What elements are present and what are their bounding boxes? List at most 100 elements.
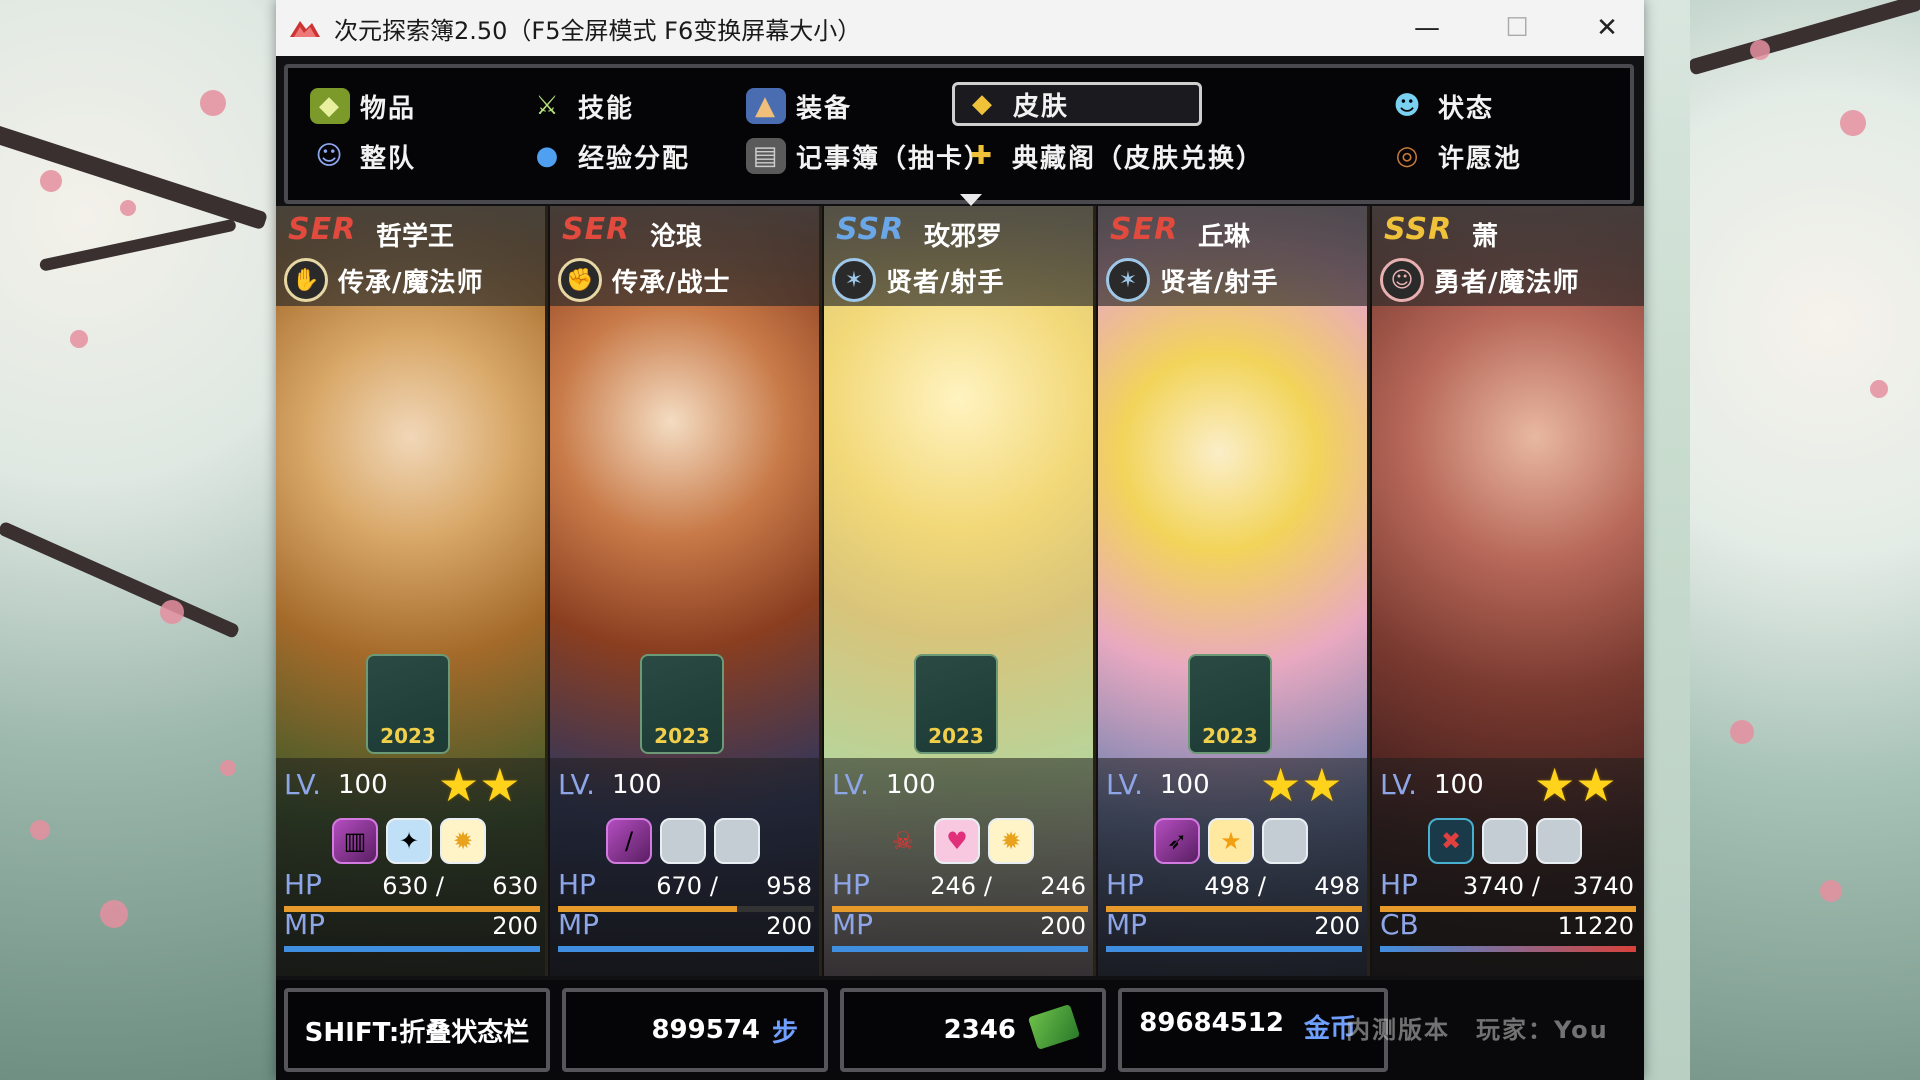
hp-separator: /: [983, 872, 992, 900]
menu-item-skills[interactable]: ⚔ 技能: [528, 84, 634, 128]
class-emblem-icon: ✋: [284, 258, 328, 302]
mp-label: MP: [558, 908, 600, 941]
chest-icon[interactable]: ▥: [332, 818, 378, 864]
menu-item-items[interactable]: ◆ 物品: [310, 84, 416, 128]
star-rating: ★★: [1534, 758, 1617, 812]
hp-current: 670: [656, 872, 702, 900]
empty-slot[interactable]: [1536, 818, 1582, 864]
class-emblem-icon: ☺: [1380, 258, 1424, 302]
character-name: 哲学王: [376, 222, 455, 252]
minimize-icon[interactable]: —: [1382, 0, 1472, 56]
empty-slot[interactable]: [1482, 818, 1528, 864]
menu-item-label: 典藏阁（皮肤兑换）: [1012, 143, 1265, 174]
sun-icon[interactable]: ✹: [988, 818, 1034, 864]
puzzle-icon: ✚: [970, 141, 994, 171]
steps-box: 899574 步: [562, 988, 828, 1072]
hp-row: HP 498 / 498: [1106, 868, 1362, 912]
mp-bar-fill: [284, 946, 540, 952]
sword-icon: ⚔: [535, 91, 561, 121]
menu-item-skins[interactable]: ◆ 皮肤: [952, 82, 1202, 126]
stats-panel: LV. 100 / HP 670 / 958 MP 200: [550, 758, 819, 976]
bow-icon[interactable]: ➶: [1154, 818, 1200, 864]
equipment-slots: ☠ ♥ ✹: [880, 818, 1034, 864]
party-member-card[interactable]: SER 丘琳 ✶ 贤者/射手 2023 LV. 100 ★★ ➶ ★ HP 49…: [1098, 206, 1370, 976]
hp-label: HP: [1106, 868, 1144, 901]
cb-bar-fill: [1380, 946, 1636, 952]
hp-max: 958: [766, 872, 812, 900]
mp-row: MP 200: [832, 908, 1088, 952]
money-icon: [1027, 1004, 1081, 1050]
cb-label: CB: [1380, 908, 1419, 941]
star-rating: ★★: [438, 758, 521, 812]
empty-slot[interactable]: [714, 818, 760, 864]
mp-bar: [284, 946, 540, 952]
party-member-card[interactable]: SSR 玫邪罗 ✶ 贤者/射手 2023 LV. 100 ☠ ♥ ✹ HP 24…: [824, 206, 1096, 976]
menu-item-status[interactable]: ☻ 状态: [1388, 84, 1494, 128]
rarity-label: SER: [288, 212, 357, 247]
empty-slot[interactable]: [660, 818, 706, 864]
class-emblem-icon: ✶: [1106, 258, 1150, 302]
equipment-slots: ✖: [1428, 818, 1582, 864]
card-header: SSR 玫邪罗 ✶ 贤者/射手: [824, 206, 1093, 306]
party-member-card[interactable]: SER 哲学王 ✋ 传承/魔法师 2023 LV. 100 ★★ ▥ ✦ ✹ H…: [276, 206, 548, 976]
event-badge: 2023: [1188, 654, 1272, 754]
hp-max: 3740: [1572, 872, 1634, 900]
hp-separator: /: [435, 872, 444, 900]
mp-bar-fill: [832, 946, 1088, 952]
mp-bar-fill: [1106, 946, 1362, 952]
menu-item-notebook-gacha[interactable]: ▤ 记事簿（抽卡）: [746, 134, 992, 178]
shift-hint: SHIFT:折叠状态栏: [304, 1017, 530, 1048]
party-panel: SER 哲学王 ✋ 传承/魔法师 2023 LV. 100 ★★ ▥ ✦ ✹ H…: [276, 206, 1644, 976]
rarity-label: SSR: [1384, 212, 1453, 247]
hp-row: HP 630 / 630: [284, 868, 540, 912]
close-icon[interactable]: ✕: [1562, 0, 1652, 56]
cash-box: 2346: [840, 988, 1106, 1072]
steps-value: 899574: [651, 1015, 760, 1045]
hp-current: 498: [1204, 872, 1250, 900]
star-icon[interactable]: ★: [1208, 818, 1254, 864]
menu-item-exp-allocation[interactable]: ● 经验分配: [528, 134, 690, 178]
equipment-slots: /: [606, 818, 760, 864]
menu-item-label: 经验分配: [578, 143, 691, 174]
build-watermark: 内测版本 玩家：You: [1346, 1016, 1609, 1044]
team-icon: ☺: [315, 141, 345, 171]
mp-label: MP: [1106, 908, 1148, 941]
skull-icon[interactable]: ☠: [880, 818, 926, 864]
character-class: 传承/魔法师: [338, 267, 484, 298]
hp-separator: /: [1257, 872, 1266, 900]
rarity-label: SSR: [836, 212, 905, 247]
star-rating: ★★: [1260, 758, 1343, 812]
equipment-slots: ➶ ★: [1154, 818, 1308, 864]
hp-row: HP 670 / 958: [558, 868, 814, 912]
cross-icon[interactable]: ✖: [1428, 818, 1474, 864]
empty-slot[interactable]: [1262, 818, 1308, 864]
menu-item-label: 状态: [1438, 93, 1495, 124]
event-badge: 2023: [640, 654, 724, 754]
hp-max: 246: [1040, 872, 1086, 900]
maximize-icon[interactable]: ☐: [1472, 0, 1562, 56]
menu-item-label: 皮肤: [1013, 91, 1070, 122]
cash-value: 2346: [943, 1015, 1016, 1045]
party-member-card[interactable]: SSR 萧 ☺ 勇者/魔法师 LV. 100 ★★ ✖ HP 3740 / 37…: [1372, 206, 1644, 976]
sun-icon[interactable]: ✹: [440, 818, 486, 864]
window-titlebar[interactable]: 次元探索簿2.50（F5全屏模式 F6变换屏幕大小） — ☐ ✕: [276, 0, 1644, 56]
heart-icon[interactable]: ♥: [934, 818, 980, 864]
shift-hint-box[interactable]: SHIFT:折叠状态栏: [284, 988, 550, 1072]
blade-icon[interactable]: /: [606, 818, 652, 864]
mp-value: 200: [766, 912, 812, 940]
armor-icon: ▲: [746, 88, 786, 124]
desktop-wallpaper-left: [0, 0, 280, 1080]
hp-current: 3740: [1462, 872, 1524, 900]
hp-separator: /: [709, 872, 718, 900]
menu-item-label: 整队: [360, 143, 417, 174]
menu-item-wishing-pool[interactable]: ◎ 许愿池: [1388, 134, 1522, 178]
party-member-card[interactable]: SER 沧琅 ✊ 传承/战士 2023 LV. 100 / HP 670 / 9…: [550, 206, 822, 976]
character-name: 萧: [1472, 222, 1499, 252]
menu-scroll-arrow-icon[interactable]: [960, 194, 982, 206]
menu-item-skin-exchange[interactable]: ✚ 典藏阁（皮肤兑换）: [962, 134, 1264, 178]
menu-item-formation[interactable]: ☺ 整队: [310, 134, 416, 178]
crystal-icon[interactable]: ✦: [386, 818, 432, 864]
menu-item-equipment[interactable]: ▲ 装备: [746, 84, 852, 128]
character-class: 贤者/射手: [886, 267, 1005, 298]
card-header: SER 哲学王 ✋ 传承/魔法师: [276, 206, 545, 306]
